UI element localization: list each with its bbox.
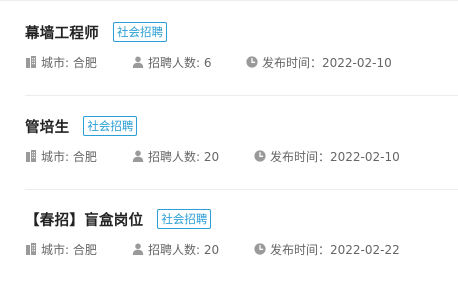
job-city: 城市: 合肥 <box>25 241 97 257</box>
job-city-text: 城市: 合肥 <box>41 242 97 257</box>
job-publish-date: 发布时间：2022-02-10 <box>254 148 400 164</box>
job-city-text: 城市: 合肥 <box>41 55 97 70</box>
job-publish-date: 发布时间：2022-02-10 <box>246 54 392 70</box>
job-headcount-text: 招聘人数: 20 <box>148 149 220 164</box>
job-type-tag: 社会招聘 <box>157 209 212 229</box>
job-publish-date-text: 发布时间：2022-02-10 <box>270 149 400 164</box>
job-divider <box>25 95 458 96</box>
job-title[interactable]: 【春招】盲盒岗位 <box>25 209 143 230</box>
clock-icon <box>254 243 266 255</box>
job-publish-date-text: 发布时间：2022-02-22 <box>270 242 400 257</box>
job-city: 城市: 合肥 <box>25 148 97 164</box>
job-title-row: 管培生 社会招聘 <box>25 115 138 137</box>
job-headcount: 招聘人数: 6 <box>132 54 212 70</box>
job-type-tag: 社会招聘 <box>83 116 138 136</box>
job-publish-date-text: 发布时间：2022-02-10 <box>262 55 392 70</box>
job-headcount-text: 招聘人数: 20 <box>148 242 220 257</box>
job-headcount: 招聘人数: 20 <box>132 148 219 164</box>
person-icon <box>132 150 144 162</box>
person-icon <box>132 243 144 255</box>
clock-icon <box>254 150 266 162</box>
job-headcount-text: 招聘人数: 6 <box>148 55 212 70</box>
job-list-item[interactable]: 幕墙工程师 社会招聘 城市: 合肥 招聘人数: 6 发布时间：2022-02-1… <box>25 21 458 114</box>
job-title-row: 【春招】盲盒岗位 社会招聘 <box>25 208 212 230</box>
clock-icon <box>246 56 258 68</box>
job-headcount: 招聘人数: 20 <box>132 241 219 257</box>
job-city: 城市: 合肥 <box>25 54 97 70</box>
person-icon <box>132 56 144 68</box>
job-title-row: 幕墙工程师 社会招聘 <box>25 21 167 43</box>
building-icon <box>26 150 36 162</box>
job-city-text: 城市: 合肥 <box>41 149 97 164</box>
job-type-tag: 社会招聘 <box>113 22 167 42</box>
job-publish-date: 发布时间：2022-02-22 <box>254 241 400 257</box>
job-title[interactable]: 管培生 <box>25 116 69 137</box>
building-icon <box>26 56 36 68</box>
building-icon <box>26 243 36 255</box>
job-list-item[interactable]: 【春招】盲盒岗位 社会招聘 城市: 合肥 招聘人数: 20 发布时间：2022-… <box>25 208 458 301</box>
job-divider <box>25 189 458 190</box>
job-title[interactable]: 幕墙工程师 <box>25 22 99 43</box>
top-divider <box>0 0 458 1</box>
job-list-item[interactable]: 管培生 社会招聘 城市: 合肥 招聘人数: 20 发布时间：2022-02-10 <box>25 115 458 208</box>
